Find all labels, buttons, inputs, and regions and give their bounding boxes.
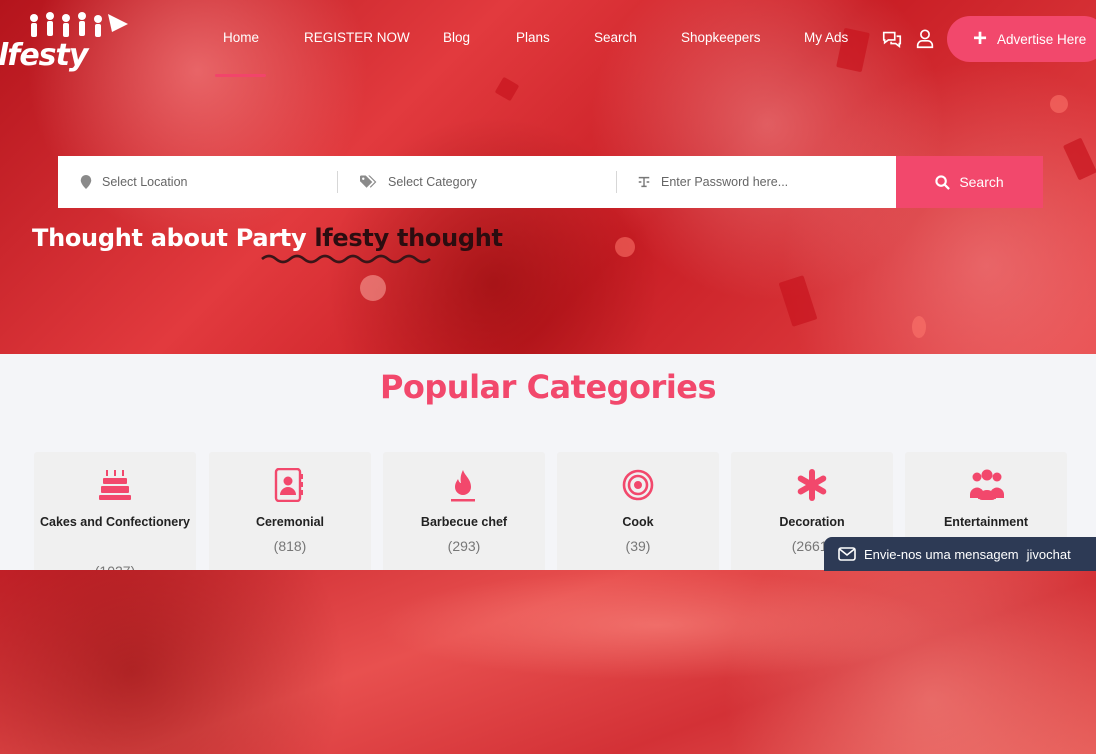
plus-icon: + xyxy=(973,25,988,52)
tags-icon xyxy=(360,175,377,188)
contact-book-icon xyxy=(274,468,303,502)
cake-icon xyxy=(99,470,131,500)
category-name: Entertainment xyxy=(943,515,1029,529)
confetti-piece xyxy=(615,237,635,257)
hero-banner: lfesty Home REGISTER NOW Blog Plans Sear… xyxy=(0,0,1096,354)
squiggle-underline xyxy=(261,254,431,264)
confetti-piece xyxy=(912,316,926,338)
users-icon xyxy=(970,469,1004,500)
category-card-cook[interactable]: Cook (39) xyxy=(557,452,719,582)
category-card-cakes[interactable]: Cakes and Confectionery (1027) xyxy=(34,452,196,582)
location-placeholder: Select Location xyxy=(102,175,188,189)
tagline-highlight: lfesty thought xyxy=(314,224,503,252)
category-name: Cakes and Confectionery xyxy=(39,515,191,529)
nav-register-now[interactable]: REGISTER NOW xyxy=(304,30,410,45)
category-card-barbecue[interactable]: Barbecue chef (293) xyxy=(383,452,545,582)
password-placeholder: Enter Password here... xyxy=(661,175,789,189)
confetti-piece xyxy=(1050,95,1068,113)
chat-label: Envie-nos uma mensagem xyxy=(864,546,1019,562)
search-button[interactable]: Search xyxy=(896,156,1043,208)
category-card-ceremonial[interactable]: Ceremonial (818) xyxy=(209,452,371,582)
category-select[interactable]: Select Category xyxy=(360,156,477,208)
category-name: Barbecue chef xyxy=(420,515,508,529)
text-cursor-icon xyxy=(638,176,650,188)
flame-icon xyxy=(451,470,475,502)
nav-my-ads[interactable]: My Ads xyxy=(804,30,848,45)
site-logo[interactable]: lfesty xyxy=(0,6,140,78)
category-count: (293) xyxy=(447,538,481,554)
category-count: (39) xyxy=(625,538,651,554)
tagline-prefix: Thought about Party xyxy=(32,224,315,252)
logo-wordmark: lfesty xyxy=(0,38,88,73)
asterisk-icon xyxy=(797,469,827,501)
nav-blog[interactable]: Blog xyxy=(443,30,470,45)
chat-brand: jivochat xyxy=(1026,546,1071,562)
password-field[interactable]: Enter Password here... xyxy=(637,156,788,208)
target-icon xyxy=(622,469,654,501)
category-name: Ceremonial xyxy=(255,515,325,529)
nav-shopkeepers[interactable]: Shopkeepers xyxy=(681,30,761,45)
advertise-label: Advertise Here xyxy=(997,31,1087,47)
location-select[interactable]: Select Location xyxy=(80,156,187,208)
search-icon xyxy=(935,174,951,190)
nav-home[interactable]: Home xyxy=(223,30,259,45)
hero-tagline: Thought about Party lfesty thought xyxy=(32,224,503,252)
category-placeholder: Select Category xyxy=(388,175,477,189)
category-name: Cook xyxy=(622,515,654,529)
category-name: Decoration xyxy=(779,515,845,529)
confetti-piece xyxy=(494,76,520,102)
party-background-image xyxy=(0,570,1096,754)
chat-bubbles-icon[interactable] xyxy=(881,28,903,50)
envelope-icon xyxy=(838,547,856,561)
confetti-piece xyxy=(778,275,818,327)
advertise-here-button[interactable]: + Advertise Here xyxy=(947,16,1096,62)
categories-title: Popular Categories xyxy=(379,368,717,406)
search-button-label: Search xyxy=(959,174,1004,190)
user-account-icon[interactable] xyxy=(914,28,936,50)
jivochat-widget[interactable]: Envie-nos uma mensagem jivochat xyxy=(824,537,1096,571)
active-nav-indicator xyxy=(215,74,266,77)
nav-plans[interactable]: Plans xyxy=(516,30,550,45)
nav-search[interactable]: Search xyxy=(594,30,637,45)
search-bar: Select Location Select Category Enter Pa… xyxy=(58,156,1043,208)
confetti-piece xyxy=(360,275,386,301)
map-pin-icon xyxy=(80,175,92,189)
field-divider xyxy=(616,171,617,193)
category-count: (818) xyxy=(273,538,307,554)
field-divider xyxy=(337,171,338,193)
confetti-piece xyxy=(1062,137,1096,181)
